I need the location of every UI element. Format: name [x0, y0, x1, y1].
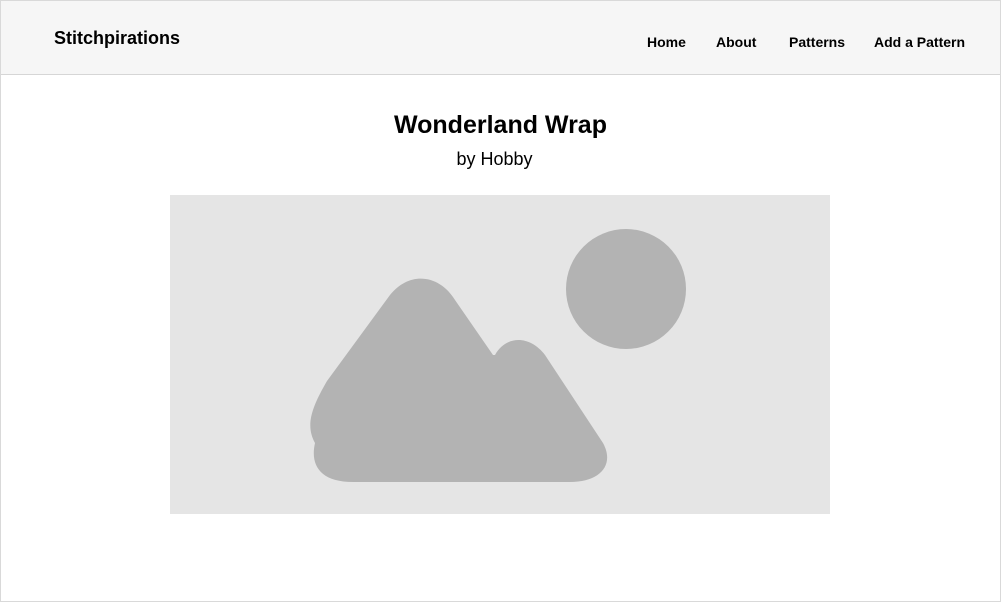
image-placeholder-icon — [310, 229, 686, 482]
page-frame: Stitchpirations Home About Patterns Add … — [0, 0, 1001, 602]
pattern-author: by Hobby — [456, 149, 533, 169]
sun-shape — [566, 229, 686, 349]
nav-link-about[interactable]: About — [716, 33, 756, 51]
pattern-image — [170, 195, 830, 514]
brand-logo-link[interactable]: Stitchpirations — [54, 27, 180, 49]
nav-link-add-pattern[interactable]: Add a Pattern — [874, 33, 965, 51]
pattern-title: Wonderland Wrap — [394, 111, 607, 139]
nav-link-home[interactable]: Home — [647, 33, 686, 51]
mountain-shape — [310, 278, 608, 482]
nav-link-patterns[interactable]: Patterns — [789, 33, 845, 51]
top-navbar: Stitchpirations Home About Patterns Add … — [1, 1, 1000, 75]
